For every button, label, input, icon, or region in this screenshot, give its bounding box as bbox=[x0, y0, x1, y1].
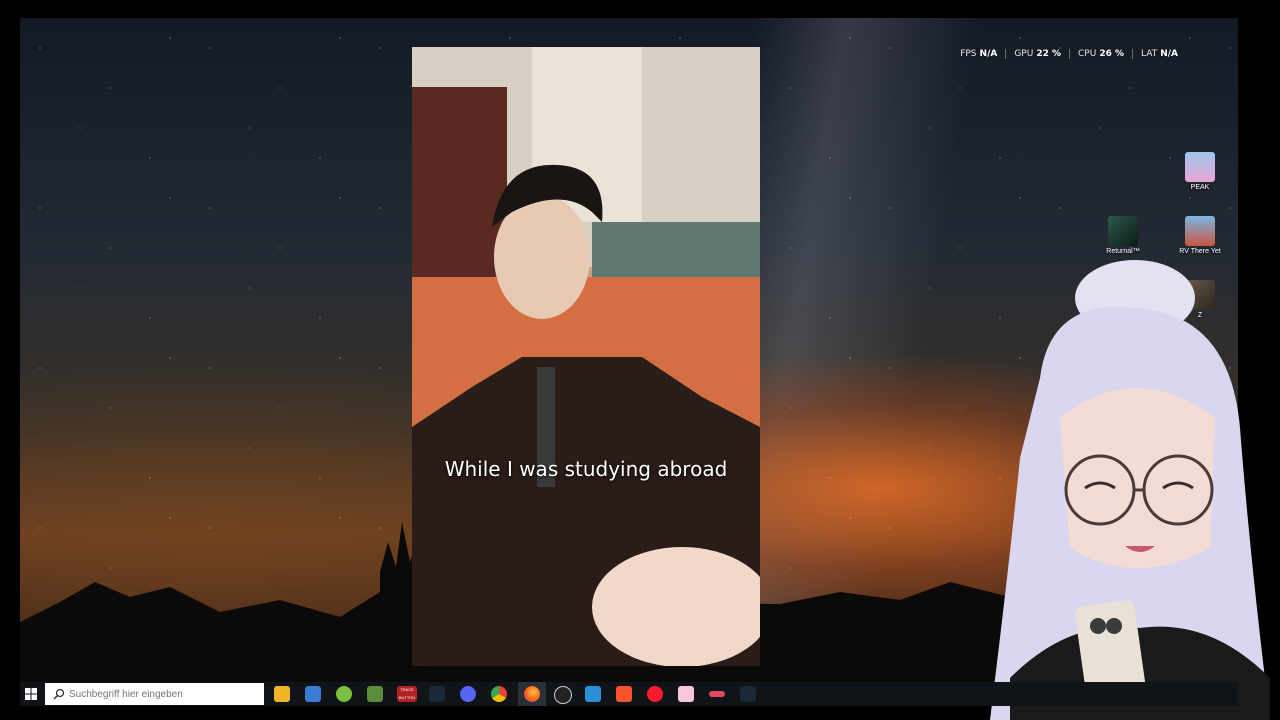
peak-icon bbox=[1185, 152, 1215, 182]
discord-icon[interactable] bbox=[460, 686, 476, 702]
fps-metric: FPS N/A bbox=[960, 49, 998, 59]
performance-overlay: FPS N/A GPU 22 % CPU 26 % LAT N/A bbox=[952, 49, 1186, 59]
microsoft-store-icon[interactable] bbox=[305, 686, 321, 702]
pink-app-icon[interactable] bbox=[678, 686, 694, 702]
video-frame bbox=[412, 47, 760, 666]
minecraft-icon[interactable] bbox=[367, 686, 383, 702]
desktop-icon-peak[interactable]: PEAK bbox=[1172, 152, 1228, 191]
firefox-icon bbox=[524, 686, 540, 702]
brave-icon[interactable] bbox=[616, 686, 632, 702]
app-blue-icon[interactable] bbox=[585, 686, 601, 702]
trace-button-icon[interactable]: TRACE BUTTON bbox=[397, 686, 417, 702]
desktop-icon-returnal[interactable]: Returnal™ bbox=[1095, 216, 1151, 255]
start-button[interactable] bbox=[20, 682, 42, 706]
returnal-icon bbox=[1108, 216, 1138, 246]
taskbar-search-input[interactable] bbox=[45, 683, 264, 705]
latency-metric: LAT N/A bbox=[1132, 49, 1186, 59]
gpu-metric: GPU 22 % bbox=[1005, 49, 1069, 59]
opera-icon[interactable] bbox=[647, 686, 663, 702]
firefox-active-tab[interactable] bbox=[518, 682, 546, 706]
steam-2-icon[interactable] bbox=[740, 686, 756, 702]
search-icon bbox=[53, 688, 65, 700]
obs-icon[interactable] bbox=[554, 686, 572, 704]
taskbar: TRACE BUTTON bbox=[20, 682, 1238, 706]
rv-there-yet-icon bbox=[1185, 216, 1215, 246]
desktop-icon-rv-there-yet[interactable]: RV There Yet bbox=[1172, 216, 1228, 255]
video-player[interactable]: While I was studying abroad bbox=[412, 47, 760, 666]
windows-icon bbox=[25, 688, 37, 700]
android-app-icon[interactable] bbox=[336, 686, 352, 702]
app-red-icon[interactable] bbox=[709, 691, 725, 697]
steam-icon[interactable] bbox=[429, 686, 445, 702]
video-subtitle: While I was studying abroad bbox=[444, 457, 728, 481]
cpu-metric: CPU 26 % bbox=[1069, 49, 1132, 59]
file-explorer-icon[interactable] bbox=[274, 686, 290, 702]
vtuber-avatar bbox=[990, 260, 1270, 720]
chrome-icon[interactable] bbox=[491, 686, 507, 702]
